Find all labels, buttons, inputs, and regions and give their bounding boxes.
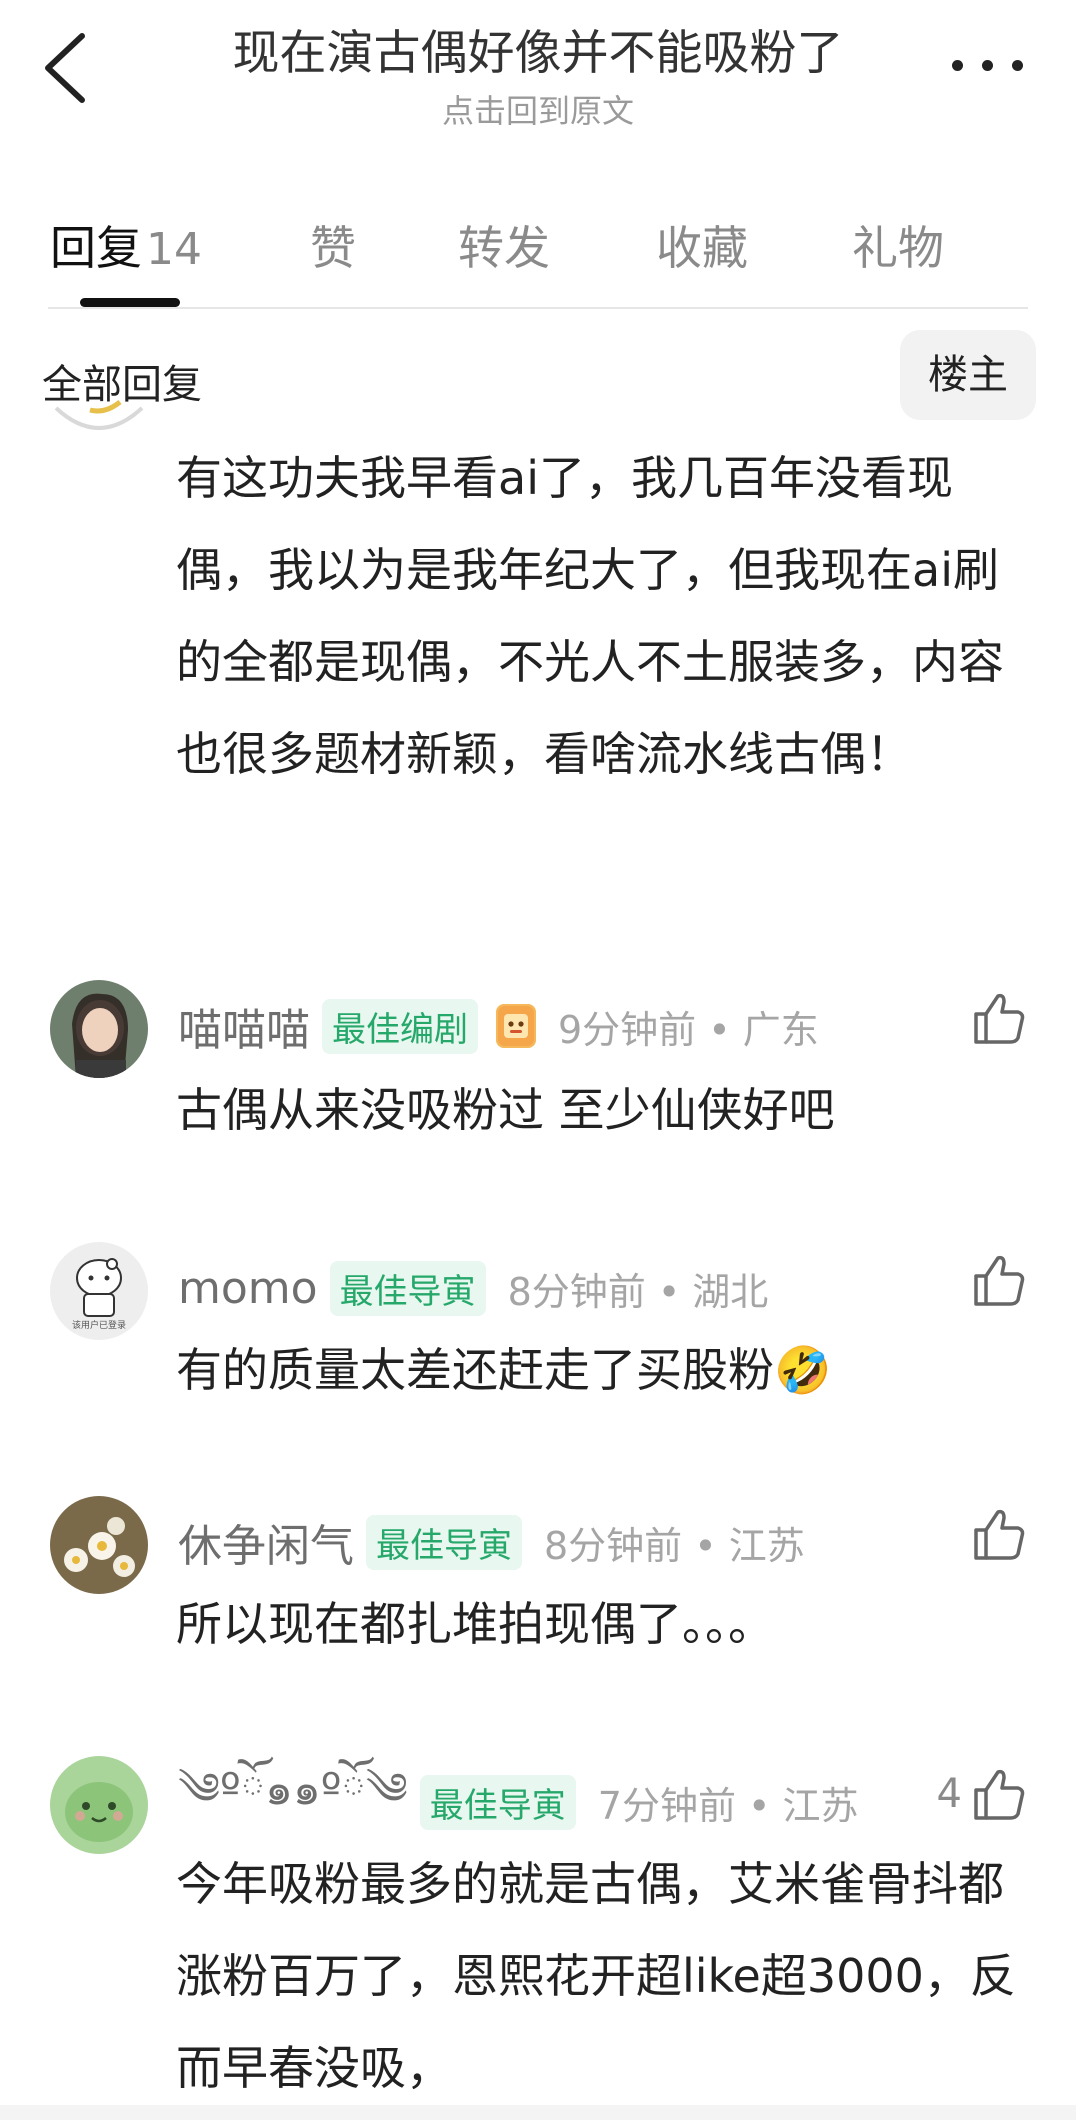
avatar-image — [50, 1496, 148, 1594]
username[interactable]: 喵喵喵 — [178, 994, 310, 1058]
avatar-image: 该用户已登录 — [50, 1242, 148, 1340]
tab-bar: 回复14 赞 转发 收藏 礼物 — [0, 200, 1076, 310]
active-tab-indicator — [80, 298, 180, 307]
comment-meta: 喵喵喵 最佳编剧 9分钟前 • 广东 — [178, 996, 819, 1056]
thumbs-up-icon — [974, 1769, 1025, 1820]
avatar[interactable] — [50, 1756, 148, 1854]
tab-gifts[interactable]: 礼物 — [852, 212, 944, 278]
comment-text[interactable]: 有这功夫我早看ai了，我几百年没看现偶，我以为是我年纪大了，但我现在ai刷的全都… — [176, 432, 1036, 800]
avatar[interactable] — [50, 388, 148, 458]
comment-text[interactable]: 古偶从来没吸粉过 至少仙侠好吧 — [176, 1064, 1036, 1156]
chevron-left-icon — [45, 33, 85, 103]
comment-meta: 休争闲气 最佳导寅 8分钟前 • 江苏 — [178, 1512, 805, 1572]
reply-filter-row: 全部回复 楼主 — [0, 330, 1076, 420]
comment-meta: momo 最佳导寅 8分钟前 • 湖北 — [178, 1258, 768, 1318]
status-badge[interactable]: 最佳编剧 — [322, 998, 478, 1054]
timestamp-location: 8分钟前 • 江苏 — [544, 1523, 805, 1568]
timestamp-location: 9分钟前 • 广东 — [558, 1007, 819, 1052]
timestamp-location: 8分钟前 • 湖北 — [507, 1269, 769, 1314]
like-button[interactable]: 4 — [937, 1766, 1026, 1822]
username[interactable]: 休争闲气 — [178, 1510, 354, 1574]
tab-likes[interactable]: 赞 — [310, 212, 356, 278]
thumbs-up-icon — [974, 1509, 1025, 1560]
back-button[interactable] — [36, 28, 96, 108]
comment-meta: ༄ºོ๑๑ºོ༄ 最佳导寅 7分钟前 • 江苏 — [178, 1764, 859, 1832]
more-icon-dot — [1012, 60, 1023, 71]
tab-replies-count: 14 — [146, 224, 202, 275]
like-button[interactable] — [970, 1506, 1026, 1562]
timestamp-location: 7分钟前 • 江苏 — [597, 1783, 859, 1828]
tab-replies[interactable]: 回复14 — [50, 212, 202, 278]
tab-replies-label: 回复 — [50, 221, 142, 275]
like-count: 4 — [936, 1771, 962, 1817]
like-button[interactable] — [970, 990, 1026, 1046]
medal-icon[interactable] — [496, 1004, 536, 1048]
comment-text[interactable]: 有的质量太差还赶走了买股粉🤣 — [176, 1324, 1036, 1416]
like-button[interactable] — [970, 1252, 1026, 1308]
bottom-edge — [0, 2105, 1076, 2120]
top-nav-bar: 现在演古偶好像并不能吸粉了 点击回到原文 — [0, 0, 1076, 150]
divider — [48, 307, 1028, 309]
avatar[interactable]: 该用户已登录 — [50, 1242, 148, 1340]
back-to-original-link[interactable]: 点击回到原文 — [140, 86, 936, 132]
comment-text[interactable]: 所以现在都扎堆拍现偶了。。。 — [176, 1578, 1036, 1670]
tab-favorites[interactable]: 收藏 — [656, 212, 748, 278]
avatar-image — [54, 400, 144, 430]
thumbs-up-icon — [974, 1255, 1025, 1306]
avatar-image — [50, 980, 148, 1078]
more-icon-dot — [952, 60, 963, 71]
thumbs-up-icon — [974, 993, 1025, 1044]
username[interactable]: momo — [178, 1263, 318, 1314]
avatar[interactable] — [50, 1496, 148, 1594]
owner-only-button[interactable]: 楼主 — [900, 330, 1036, 420]
status-badge[interactable]: 最佳导寅 — [366, 1514, 522, 1570]
comment-text[interactable]: 今年吸粉最多的就是古偶，艾米雀骨抖都涨粉百万了，恩熙花开超like超3000，反… — [176, 1838, 1036, 2114]
avatar-image — [50, 1756, 148, 1854]
tab-reposts[interactable]: 转发 — [458, 212, 550, 278]
more-icon-dot — [982, 60, 993, 71]
avatar[interactable] — [50, 980, 148, 1078]
status-badge[interactable]: 最佳导寅 — [419, 1774, 576, 1830]
status-badge[interactable]: 最佳导寅 — [329, 1260, 486, 1316]
page-title[interactable]: 现在演古偶好像并不能吸粉了 — [140, 14, 936, 83]
more-options-button[interactable] — [948, 44, 1028, 84]
svg-text:该用户已登录: 该用户已登录 — [72, 1319, 126, 1331]
